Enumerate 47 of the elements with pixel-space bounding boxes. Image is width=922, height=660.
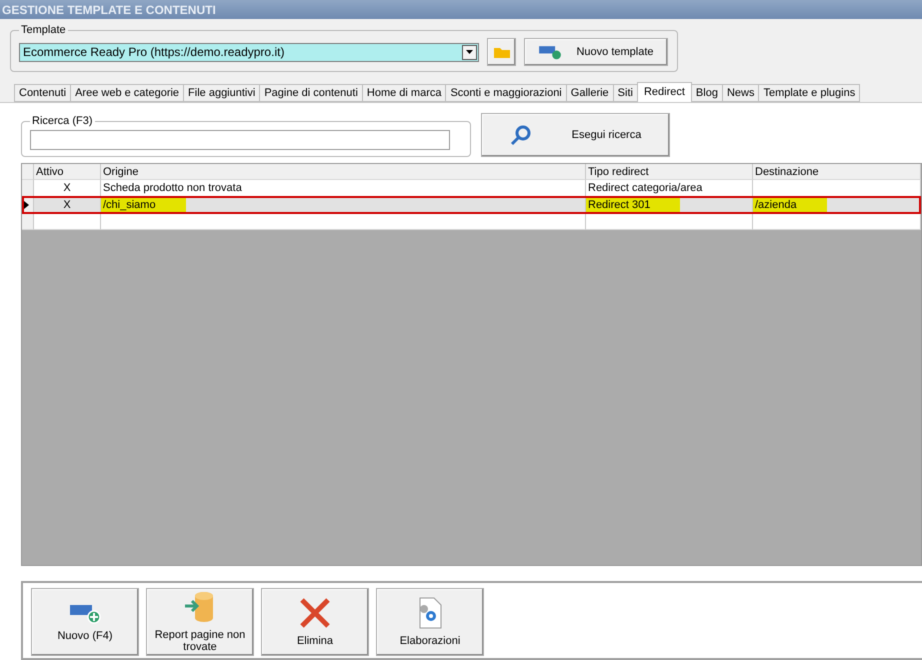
action-button[interactable]: Elimina bbox=[261, 588, 369, 656]
column-header[interactable]: Origine bbox=[101, 164, 586, 180]
tab[interactable]: Pagine di contenuti bbox=[259, 84, 363, 102]
group-label: Ricerca (F3) bbox=[31, 115, 94, 127]
caret-icon bbox=[462, 44, 477, 60]
close-icon bbox=[299, 597, 331, 629]
tab[interactable]: Gallerie bbox=[566, 84, 614, 102]
search-field[interactable] bbox=[30, 130, 450, 150]
card-plus-icon bbox=[69, 602, 101, 624]
row-pointer-icon bbox=[24, 200, 29, 208]
row-header-cell[interactable] bbox=[22, 180, 34, 197]
search-icon bbox=[510, 124, 532, 146]
table-cell: X bbox=[63, 181, 71, 195]
action-button[interactable]: Nuovo (F4) bbox=[31, 588, 139, 656]
template-dropdown[interactable]: Ecommerce Ready Pro (https://demo.readypro.it) bbox=[19, 42, 479, 62]
column-header[interactable]: Tipo redirect bbox=[586, 164, 753, 180]
tab[interactable]: Home di marca bbox=[362, 84, 446, 102]
folder-button[interactable] bbox=[487, 38, 516, 66]
row-header-cell[interactable] bbox=[22, 214, 34, 230]
table-row[interactable]: X Scheda prodotto non trovata Redirect categoria/area bbox=[22, 180, 921, 196]
tab[interactable]: Blog bbox=[690, 84, 723, 102]
tab[interactable]: Contenuti bbox=[14, 84, 72, 102]
tab[interactable]: Siti bbox=[612, 84, 638, 102]
tab[interactable]: Aree web e categorie bbox=[70, 84, 184, 102]
tab[interactable]: News bbox=[722, 84, 760, 102]
tab[interactable]: Sconti e maggiorazioni bbox=[445, 84, 567, 102]
card-plus-icon bbox=[538, 44, 562, 60]
table-cell: Scheda prodotto non trovata bbox=[103, 181, 242, 195]
tab[interactable]: Redirect bbox=[636, 82, 692, 102]
search-button[interactable]: Esegui ricerca bbox=[481, 113, 670, 157]
folder-icon bbox=[494, 46, 510, 58]
table-cell: Redirect 301 bbox=[586, 198, 680, 212]
table-cell: /azienda bbox=[753, 198, 827, 212]
window-title: GESTIONE TEMPLATE E CONTENUTI bbox=[0, 0, 922, 19]
table-cell: /chi_siamo bbox=[101, 198, 186, 212]
column-header[interactable]: Attivo bbox=[34, 164, 101, 180]
column-header[interactable]: Destinazione bbox=[753, 164, 921, 180]
tab[interactable]: File aggiuntivi bbox=[183, 84, 260, 102]
table-cell: X bbox=[63, 198, 71, 212]
action-button[interactable]: Report pagine non trovate bbox=[146, 588, 254, 656]
action-button[interactable]: Elaborazioni bbox=[376, 588, 484, 656]
new-template-button[interactable]: Nuovo template bbox=[524, 38, 668, 66]
tab[interactable]: Template e plugins bbox=[758, 84, 860, 102]
corner-cell bbox=[22, 164, 34, 180]
group-label: Template bbox=[20, 24, 67, 36]
table-cell: Redirect categoria/area bbox=[588, 181, 702, 195]
table-row[interactable]: X /chi_siamo Redirect 301 /azienda bbox=[22, 196, 921, 214]
